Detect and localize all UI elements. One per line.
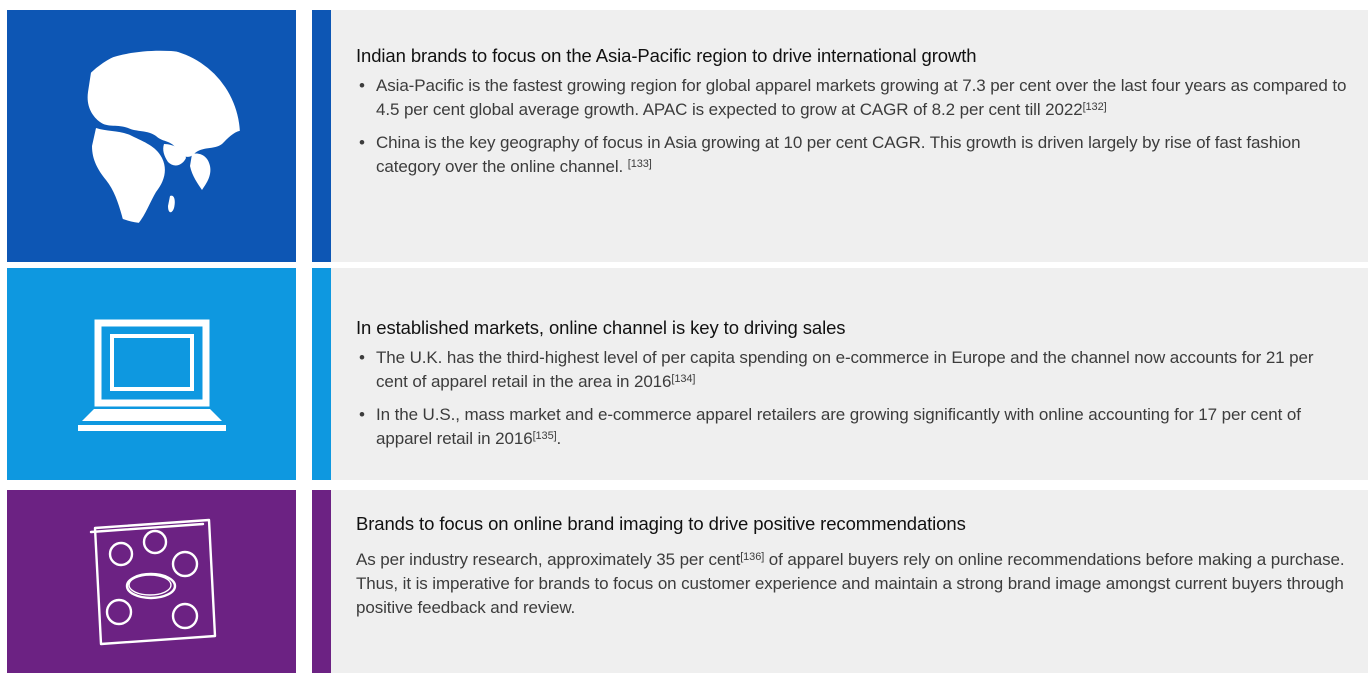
section-content: In established markets, online channel i… [356, 316, 1348, 451]
laptop-icon [77, 319, 226, 431]
section-heading: In established markets, online channel i… [356, 317, 846, 338]
section-accent-bar [312, 490, 331, 673]
globe-icon [87, 50, 240, 224]
section-content: Brands to focus on online brand imaging … [356, 512, 1348, 620]
section-heading: Indian brands to focus on the Asia-Pacif… [356, 45, 977, 66]
bullet-item: Asia-Pacific is the fastest growing regi… [356, 74, 1348, 122]
bullet-text: Asia-Pacific is the fastest growing regi… [376, 76, 1347, 119]
section-accent-bar [312, 10, 331, 262]
paragraph-text: As per industry research, approximately … [356, 550, 741, 569]
bullet-list: Asia-Pacific is the fastest growing regi… [356, 74, 1348, 179]
mind-map-icon [89, 518, 216, 645]
reference-mark: [135] [532, 430, 557, 442]
laptop-tile [7, 268, 296, 480]
reference-mark: [132] [1082, 101, 1107, 113]
section-brand-imaging: Brands to focus on online brand imaging … [0, 490, 1368, 673]
bullet-item: In the U.S., mass market and e-commerce … [356, 403, 1348, 451]
reference-mark: [136] [740, 551, 765, 563]
bullet-suffix: . [556, 429, 562, 448]
mind-map-tile [7, 490, 296, 673]
section-paragraph: As per industry research, approximately … [356, 548, 1348, 620]
reference-mark: [133] [627, 158, 652, 170]
section-asia-pacific: Indian brands to focus on the Asia-Pacif… [0, 10, 1368, 262]
section-content: Indian brands to focus on the Asia-Pacif… [356, 44, 1348, 179]
section-accent-bar [312, 268, 331, 480]
bullet-text: The U.K. has the third-highest level of … [376, 348, 1314, 391]
section-heading: Brands to focus on online brand imaging … [356, 513, 966, 534]
globe-tile [7, 10, 296, 262]
bullet-list: The U.K. has the third-highest level of … [356, 346, 1348, 451]
bullet-text: In the U.S., mass market and e-commerce … [376, 405, 1301, 448]
reference-mark: [134] [671, 373, 696, 385]
section-online-channel: In established markets, online channel i… [0, 268, 1368, 480]
bullet-item: The U.K. has the third-highest level of … [356, 346, 1348, 394]
bullet-item: China is the key geography of focus in A… [356, 131, 1348, 179]
bullet-text: China is the key geography of focus in A… [376, 133, 1301, 176]
